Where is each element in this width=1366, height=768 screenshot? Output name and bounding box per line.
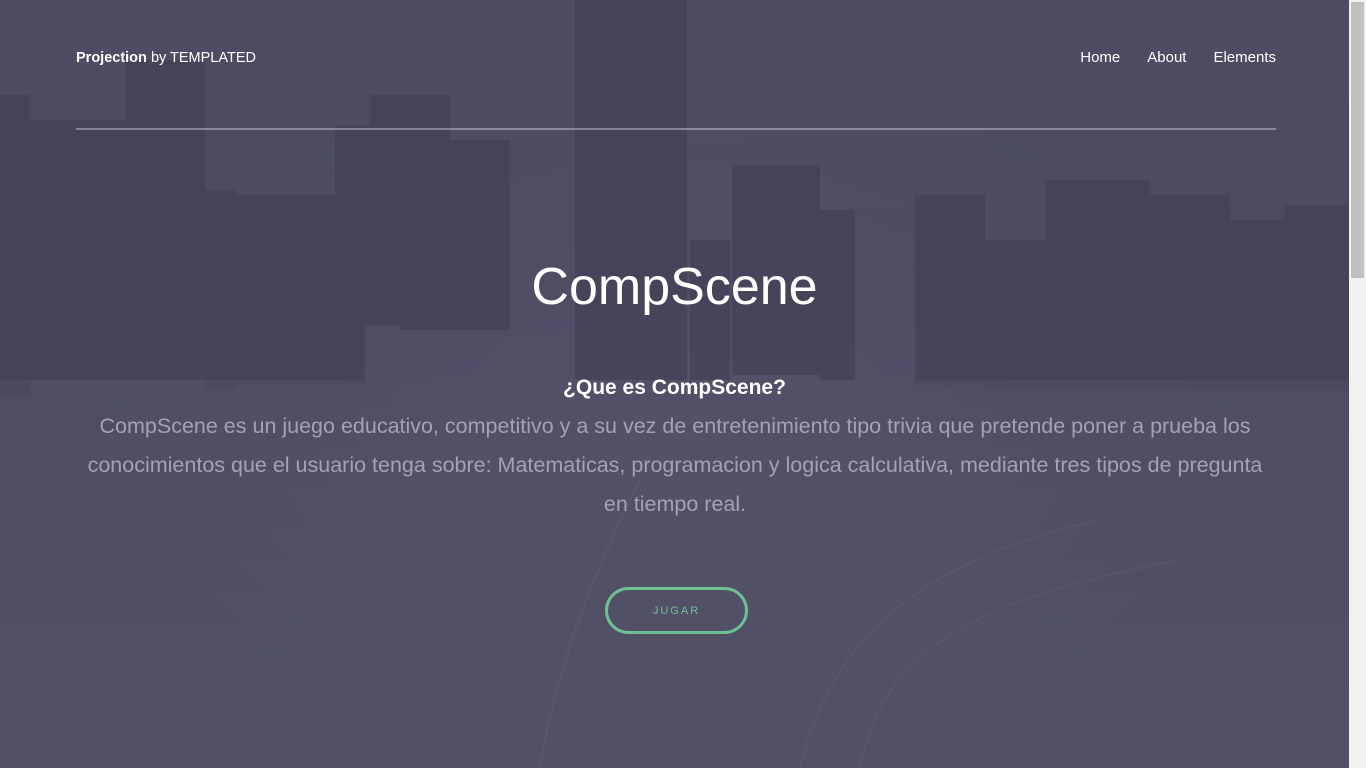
page: Projection by TEMPLATED Home About Eleme… (0, 0, 1366, 768)
jugar-button[interactable]: JUGAR (605, 587, 748, 634)
logo-brand[interactable]: Projection (76, 50, 147, 66)
main-nav: Home About Elements (1080, 48, 1276, 68)
header-divider (76, 128, 1276, 130)
site-header: Projection by TEMPLATED Home About Eleme… (76, 0, 1276, 130)
nav-about-link[interactable]: About (1147, 48, 1186, 68)
nav-home-link[interactable]: Home (1080, 48, 1120, 68)
logo-by-text[interactable]: by TEMPLATED (151, 50, 256, 66)
site-logo[interactable]: Projection by TEMPLATED (76, 48, 256, 68)
hero-subtitle: ¿Que es CompScene? (563, 376, 786, 399)
hero-title: CompScene (531, 258, 818, 316)
nav-elements-link[interactable]: Elements (1213, 48, 1276, 68)
scrollbar-thumb[interactable] (1351, 2, 1364, 278)
hero-description: CompScene es un juego educativo, competi… (87, 414, 1263, 516)
vertical-scrollbar[interactable] (1349, 0, 1366, 768)
